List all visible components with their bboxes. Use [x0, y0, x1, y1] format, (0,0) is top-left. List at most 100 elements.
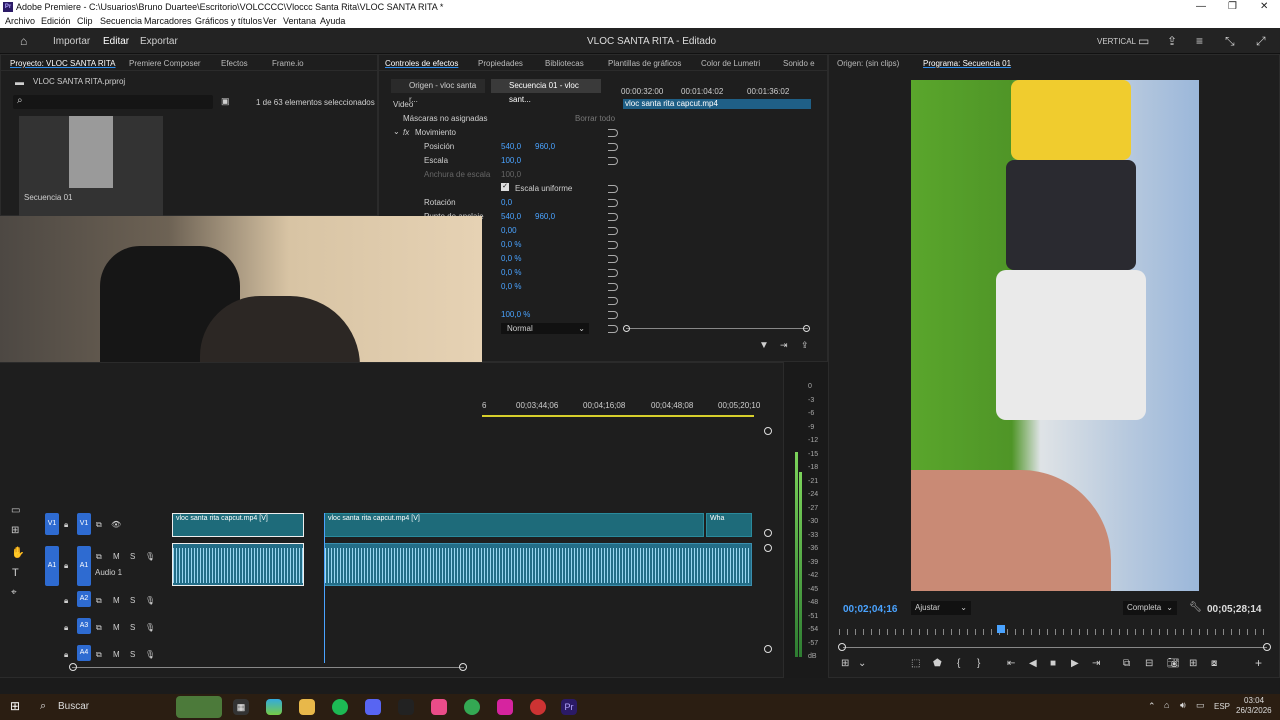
track-a2-target[interactable]: A2	[77, 591, 91, 607]
ec-clip-bar[interactable]: vloc santa rita capcut.mp4	[623, 99, 811, 109]
reset-icon[interactable]	[608, 241, 618, 249]
workspace-layout-label[interactable]: VERTICAL	[1097, 37, 1136, 46]
lock-icon[interactable]: 🔒︎	[64, 650, 68, 660]
anchor-y-value[interactable]: 960,0	[535, 212, 555, 221]
tab-frameio[interactable]: Frame.io	[272, 59, 304, 68]
premiere-taskbar-icon[interactable]: Pr	[561, 699, 577, 715]
home-icon[interactable]: ⌂	[20, 34, 27, 48]
tab-bibliotecas[interactable]: Bibliotecas	[545, 59, 584, 68]
minimize-icon[interactable]: —	[1196, 0, 1206, 14]
rotation-value[interactable]: 0,0	[501, 198, 512, 207]
video-clip-1[interactable]: vloc santa rita capcut.mp4 [V]	[172, 513, 304, 537]
reset-icon[interactable]	[608, 227, 618, 235]
clear-all-button[interactable]: Borrar todo	[575, 114, 615, 123]
pen-tool-icon[interactable]: ⌖	[11, 587, 17, 598]
tab-plantillas[interactable]: Plantillas de gráficos	[608, 59, 681, 68]
audio-clip-1[interactable]	[172, 543, 304, 586]
menu-lines-icon[interactable]: ≡	[1196, 34, 1203, 48]
volume-icon[interactable]: 🔊︎	[1180, 700, 1186, 711]
share-small-icon[interactable]: ⇪	[801, 340, 809, 351]
ec-scroll-handle-left[interactable]	[623, 325, 630, 332]
share-icon[interactable]: ⇪	[1167, 34, 1177, 48]
reset-icon[interactable]	[608, 157, 618, 165]
fx-value-11[interactable]: 0,0 %	[501, 282, 521, 291]
work-area-bar[interactable]	[482, 415, 754, 417]
insert-icon[interactable]: ⧉	[1123, 658, 1130, 669]
stop-icon[interactable]: ■	[1050, 658, 1056, 669]
obs-icon[interactable]	[530, 699, 546, 715]
windows-start-icon[interactable]: ⊞	[10, 699, 20, 713]
step-forward-icon[interactable]: ▶	[1071, 658, 1079, 669]
mark-in-icon[interactable]: {	[957, 658, 960, 669]
reset-icon[interactable]	[608, 269, 618, 277]
capcut-icon[interactable]	[398, 699, 414, 715]
sync-icon[interactable]: ⧉	[96, 623, 102, 633]
shrink-icon[interactable]: ⤡	[1225, 34, 1235, 49]
video-clip-3[interactable]: Wha	[706, 513, 752, 537]
reset-icon[interactable]	[608, 311, 618, 319]
playhead-line[interactable]	[324, 513, 325, 663]
track-v1-source[interactable]: V1	[45, 513, 59, 535]
source-clip-tab[interactable]: Origen - vloc santa r...	[391, 79, 485, 104]
track-scroll-handle[interactable]	[764, 544, 772, 552]
timeline-scroll-handle-right[interactable]	[459, 663, 467, 671]
taskbar-widget-image[interactable]	[176, 696, 222, 718]
tab-sonido[interactable]: Sonido e	[783, 59, 815, 68]
go-to-out-icon[interactable]: ⇥	[1092, 658, 1100, 669]
collapse-arrow-icon[interactable]: ⌄	[393, 127, 400, 136]
project-search-input[interactable]: ⌕	[13, 95, 213, 109]
tab-proyecto[interactable]: Proyecto: VLOC SANTA RITA	[10, 59, 116, 68]
track-scroll-handle[interactable]	[764, 529, 772, 537]
bin-icon[interactable]: ▣	[221, 96, 230, 107]
menu-archivo[interactable]: Archivo	[5, 14, 35, 28]
reset-icon[interactable]	[608, 213, 618, 221]
tab-propiedades[interactable]: Propiedades	[478, 59, 523, 68]
network-icon[interactable]: ⌂	[1164, 700, 1169, 710]
eye-icon[interactable]: 👁︎	[111, 520, 121, 529]
tab-exportar[interactable]: Exportar	[140, 36, 178, 47]
sync-icon[interactable]: ⧉	[96, 552, 102, 562]
anchor-x-value[interactable]: 540,0	[501, 212, 521, 221]
add-button-icon[interactable]: +	[1255, 656, 1262, 670]
tab-editar[interactable]: Editar	[103, 36, 129, 47]
sync-icon[interactable]: ⧉	[96, 596, 102, 606]
scale-value[interactable]: 100,0	[501, 156, 521, 165]
timeline-scroll-handle-left[interactable]	[69, 663, 77, 671]
fx-value-9[interactable]: 0,0 %	[501, 254, 521, 263]
solo-button[interactable]: S	[130, 650, 135, 659]
search-icon[interactable]: ⌕	[40, 700, 46, 713]
clock-date[interactable]: 26/3/2026	[1236, 706, 1272, 715]
track-v1-target[interactable]: V1	[77, 513, 91, 535]
instagram-icon[interactable]	[497, 699, 513, 715]
menu-marcadores[interactable]: Marcadores	[144, 14, 192, 28]
chevron-up-icon[interactable]: ⌃	[1148, 701, 1156, 712]
program-zoom-handle-left[interactable]	[838, 643, 846, 651]
lock-icon[interactable]: 🔒︎	[64, 623, 68, 633]
reset-icon[interactable]	[608, 143, 618, 151]
copilot-icon[interactable]	[266, 699, 282, 715]
marker-icon[interactable]: ⬟	[933, 658, 942, 669]
solo-button[interactable]: S	[130, 596, 135, 605]
audio-clip-2[interactable]	[324, 543, 752, 586]
type-tool-icon[interactable]: T	[12, 567, 19, 579]
timeline-zoom-scrollbar[interactable]	[72, 667, 464, 668]
chrome-icon[interactable]	[464, 699, 480, 715]
menu-graficos[interactable]: Gráficos y títulos	[195, 14, 262, 28]
fullscreen-icon[interactable]: ⤢	[1256, 34, 1266, 49]
program-playhead[interactable]	[997, 625, 1005, 633]
sequence-clip-tab[interactable]: Secuencia 01 - vloc sant...	[491, 79, 601, 104]
export-frame-icon[interactable]: ⇥	[780, 340, 788, 351]
position-x-value[interactable]: 540,0	[501, 142, 521, 151]
wrench-icon[interactable]: 🔧︎	[1189, 602, 1202, 613]
menu-ayuda[interactable]: Ayuda	[320, 14, 345, 28]
reset-icon[interactable]	[608, 129, 618, 137]
taskbar-search-label[interactable]: Buscar	[58, 701, 89, 712]
lock-icon[interactable]: 🔒︎	[64, 596, 68, 606]
lift-icon[interactable]: ⬚	[911, 658, 920, 669]
mic-icon[interactable]: 🎙︎	[145, 552, 155, 561]
menu-clip[interactable]: Clip	[77, 14, 93, 28]
language-indicator[interactable]: ESP	[1214, 702, 1230, 711]
mic-icon[interactable]: 🎙︎	[145, 623, 155, 632]
tab-source-monitor[interactable]: Origen: (sin clips)	[837, 59, 899, 68]
multicam-icon[interactable]: ⧇	[1211, 658, 1217, 669]
